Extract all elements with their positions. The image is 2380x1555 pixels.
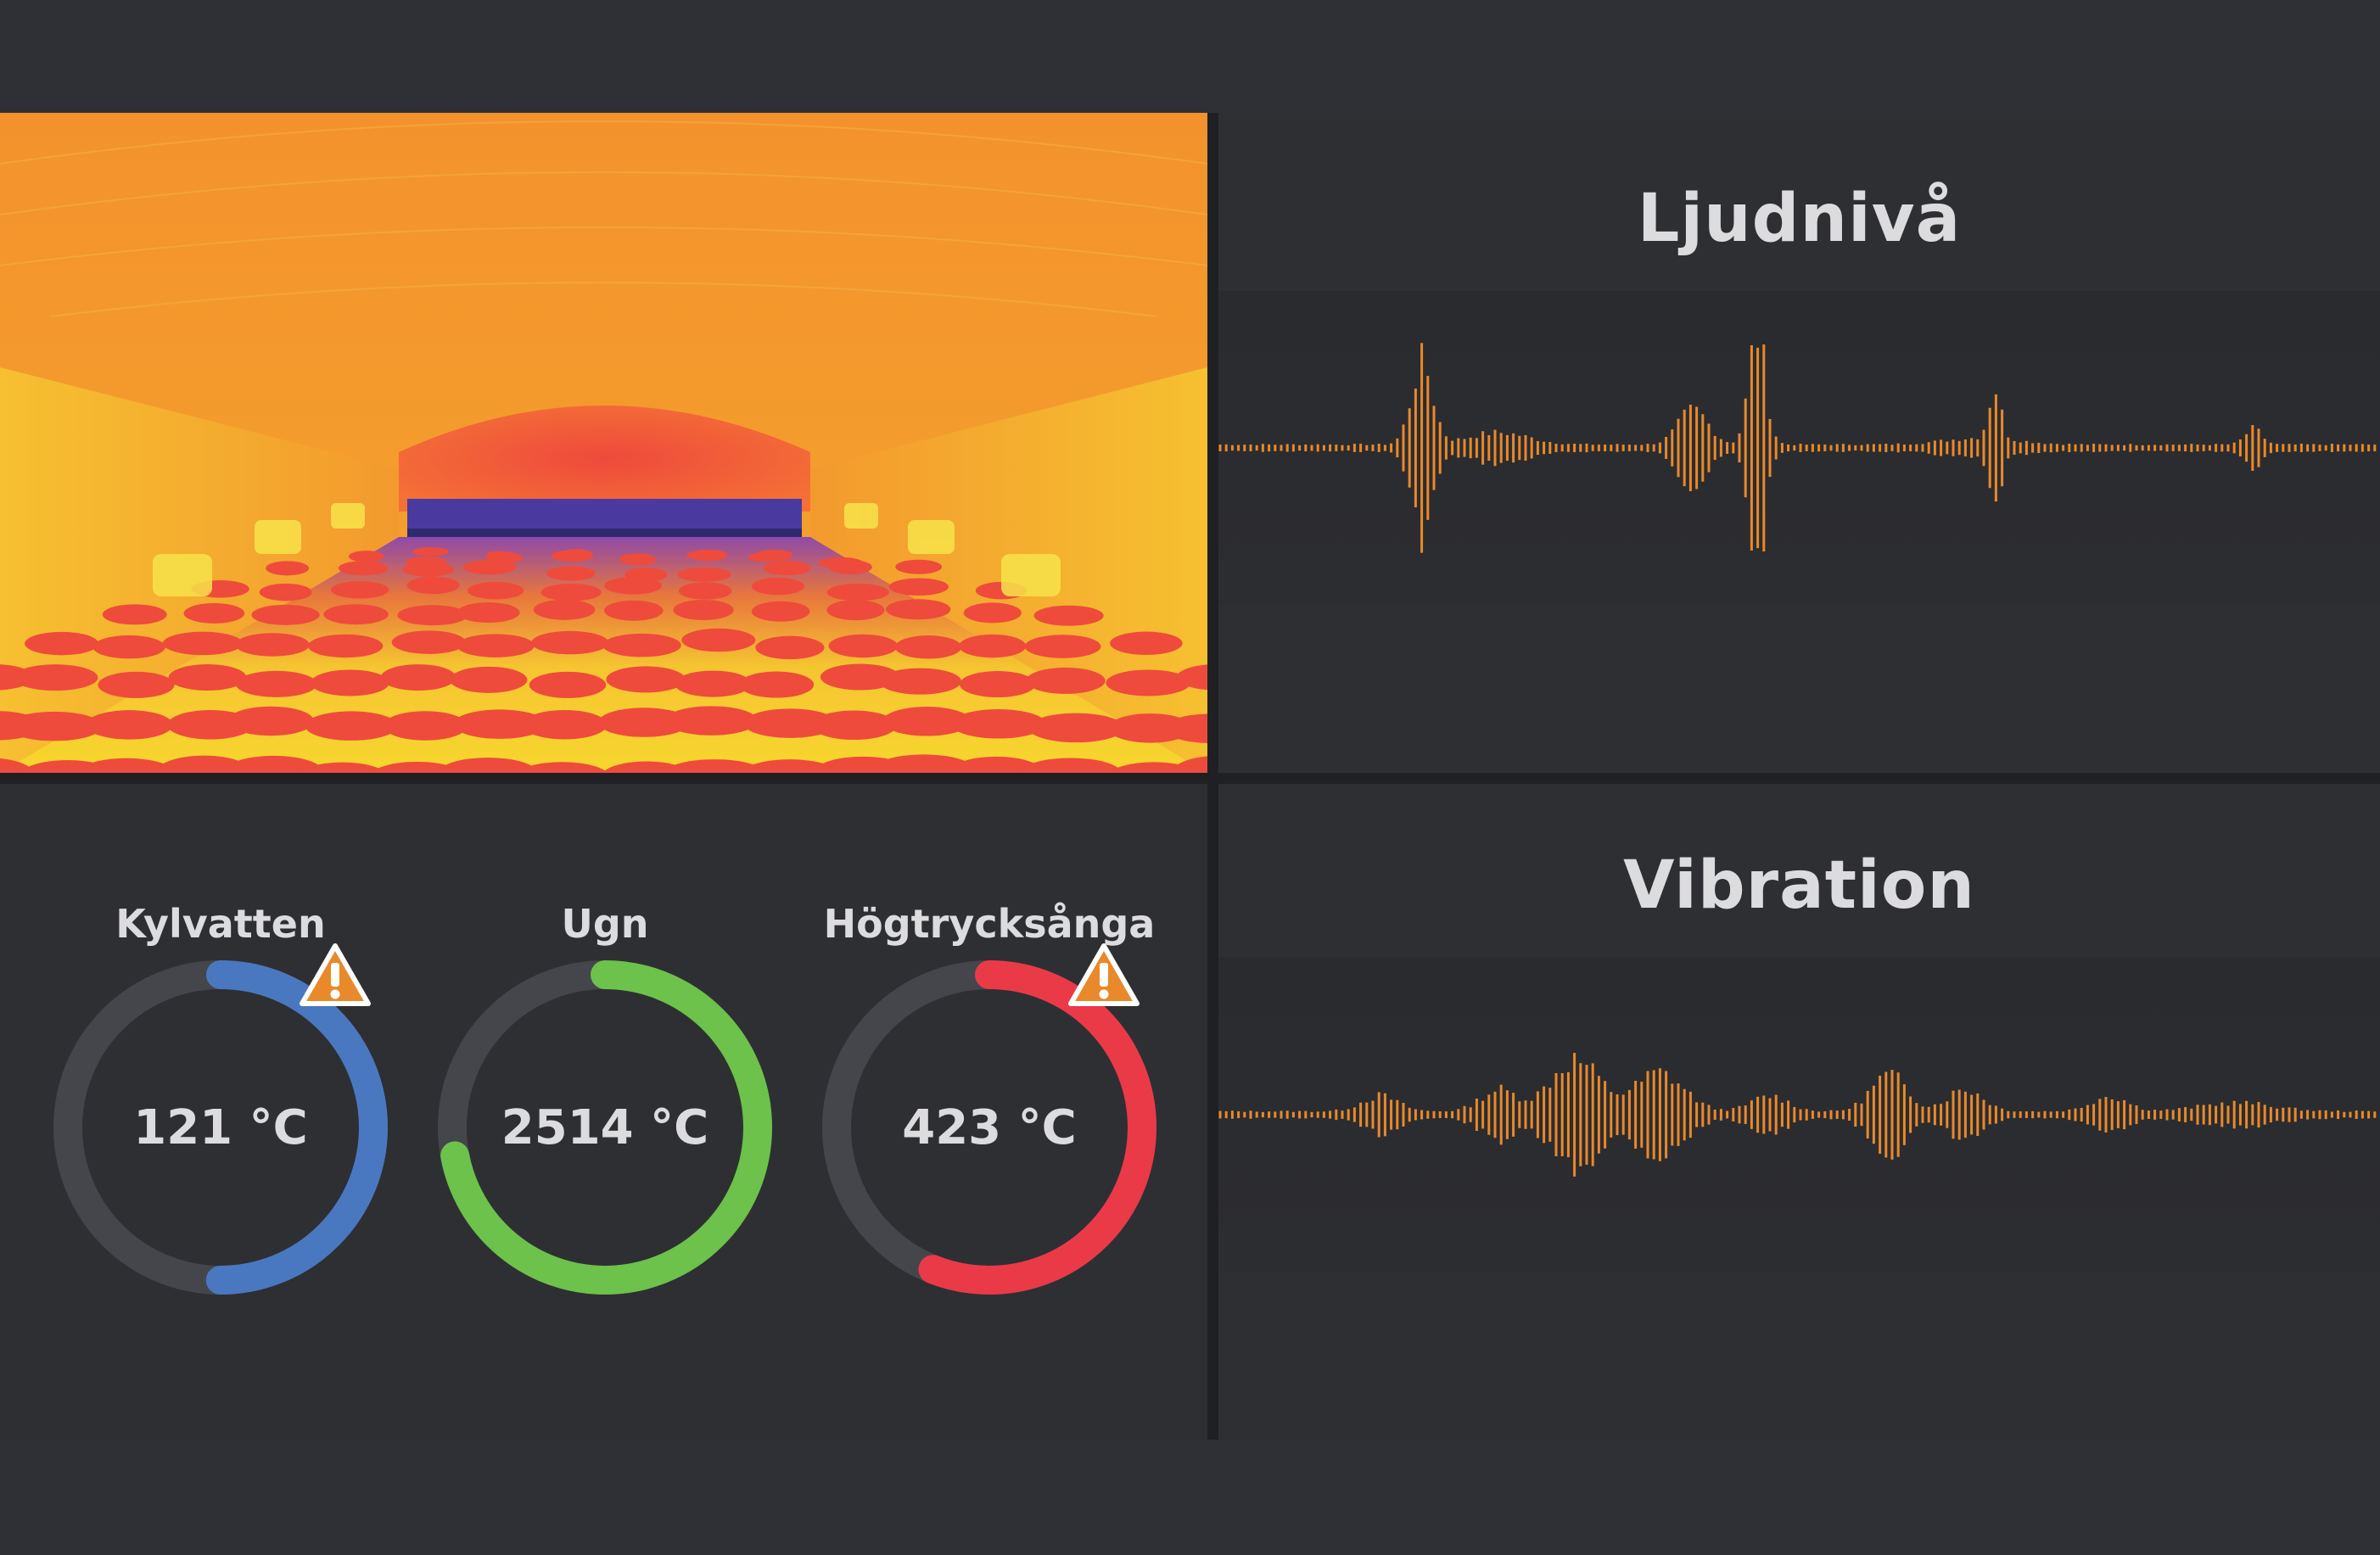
thermal-hotspot [402, 562, 455, 577]
thermal-hotspot [391, 630, 467, 654]
thermal-hotspot [98, 671, 175, 698]
thermal-hotspot [664, 706, 758, 736]
thermal-hotspot [540, 584, 602, 601]
thermal-hotspot [690, 549, 728, 562]
thermal-hotspot [102, 604, 167, 625]
gauge-ring: 2514 °C [435, 958, 775, 1297]
thermal-hotspot [895, 559, 943, 574]
thermal-hotspot [963, 602, 1022, 624]
thermal-hotspot [763, 561, 811, 576]
thermal-hotspot [959, 634, 1027, 658]
thermal-hotspot [522, 709, 608, 740]
gauge-value: 121 °C [133, 1099, 308, 1155]
thermal-hotspot [826, 600, 885, 621]
warning-triangle-icon [300, 943, 371, 1006]
thermal-hotspot [183, 602, 245, 624]
thermal-hotspot [462, 560, 517, 575]
thermal-hotspot [754, 549, 793, 562]
thermal-hotspot [92, 635, 165, 659]
gauge-value: 2514 °C [501, 1099, 709, 1155]
gauge-value: 423 °C [902, 1099, 1077, 1155]
thermal-hotspot [168, 664, 247, 691]
thermal-hotspot [751, 601, 810, 622]
thermal-hotspot [604, 600, 664, 621]
thermal-hotspot [529, 671, 607, 698]
dashboard: Ljudnivå Kylvatten 121 °C Ugn 2514 °C Hö… [0, 0, 2380, 1555]
thermal-hotspot [338, 561, 389, 576]
thermal-hotspot [755, 635, 825, 660]
thermal-hotspot [1026, 667, 1106, 694]
thermal-hotspot [751, 577, 804, 596]
thermal-hotspot [673, 600, 734, 621]
thermal-hotspot [1024, 635, 1101, 658]
thermal-hotspot [681, 628, 756, 652]
warning-triangle-icon [1068, 943, 1140, 1006]
thermal-hotspot [888, 578, 949, 596]
thermal-hotspot [331, 580, 389, 599]
thermal-hotspot [25, 631, 99, 656]
thermal-hotspot [604, 577, 662, 595]
thermal-camera-view [0, 113, 1207, 773]
thermal-hotspot [456, 602, 520, 624]
thermal-hotspot [531, 630, 609, 655]
thermal-hotspot [456, 634, 535, 657]
thermal-image [0, 113, 1207, 773]
vibration-title: Vibration [1623, 847, 1975, 924]
thermal-hotspot [450, 666, 528, 693]
thermal-hotspot [412, 547, 450, 557]
thermal-hotspot [677, 567, 731, 582]
thermal-hotspot [878, 668, 962, 695]
thermal-hotspot [13, 664, 98, 691]
thermal-hotspot [602, 633, 681, 657]
horizontal-divider [0, 773, 2380, 784]
sound-level-panel: Ljudnivå [1218, 113, 2380, 773]
thermal-hotspot [406, 576, 460, 595]
thermal-hotspot [738, 671, 815, 698]
thermal-hotspot [1110, 631, 1183, 656]
thermal-hotspot [826, 583, 889, 601]
thermal-hotspot [546, 566, 596, 581]
thermal-hotspot [468, 581, 524, 600]
thermal-hotspot [894, 635, 962, 659]
gauge-label: Ugn [561, 901, 649, 947]
thermal-hotspot [885, 599, 951, 620]
thermal-hotspot [551, 550, 594, 562]
vibration-waveform [1218, 1053, 2377, 1177]
thermal-hotspot [259, 583, 312, 601]
thermal-hotspot [266, 561, 310, 576]
thermal-hotspot [828, 560, 872, 575]
thermal-hotspot [86, 710, 173, 740]
thermal-hotspot [1106, 669, 1191, 696]
thermal-hotspot [251, 604, 320, 625]
sound-level-title: Ljudnivå [1637, 181, 1962, 257]
thermal-hotspot [397, 605, 468, 626]
temperature-gauges-panel: Kylvatten 121 °C Ugn 2514 °C Högtrycksån… [0, 784, 1207, 1440]
thermal-hotspot [311, 669, 389, 696]
thermal-hotspot [323, 604, 389, 625]
thermal-hotspot [380, 664, 456, 691]
thermal-hotspot [162, 631, 243, 656]
thermal-hotspot [959, 671, 1036, 698]
thermal-hotspot [533, 599, 596, 620]
thermal-hotspot [348, 551, 384, 562]
thermal-hotspot [679, 582, 732, 600]
thermal-hotspot [1033, 605, 1104, 626]
thermal-hotspot [235, 670, 317, 697]
thermal-hotspot [235, 633, 310, 657]
thermal-hotspot [307, 634, 384, 658]
gauge-ugn: Ugn 2514 °C [427, 898, 783, 1297]
thermal-hotspot [227, 706, 315, 736]
gauge-kylvatten: Kylvatten 121 °C [42, 898, 399, 1297]
vibration-panel: Vibration [1218, 784, 2380, 1440]
gauge-ring: 121 °C [51, 943, 390, 1297]
sound-waveform [1218, 343, 2377, 553]
thermal-hotspot [828, 634, 898, 658]
gauge-hogtrycksanga: Högtrycksånga 423 °C [811, 898, 1168, 1297]
thermal-hotspot [606, 666, 686, 693]
thermal-hotspot [619, 553, 657, 566]
gauge-ring: 423 °C [820, 943, 1159, 1297]
